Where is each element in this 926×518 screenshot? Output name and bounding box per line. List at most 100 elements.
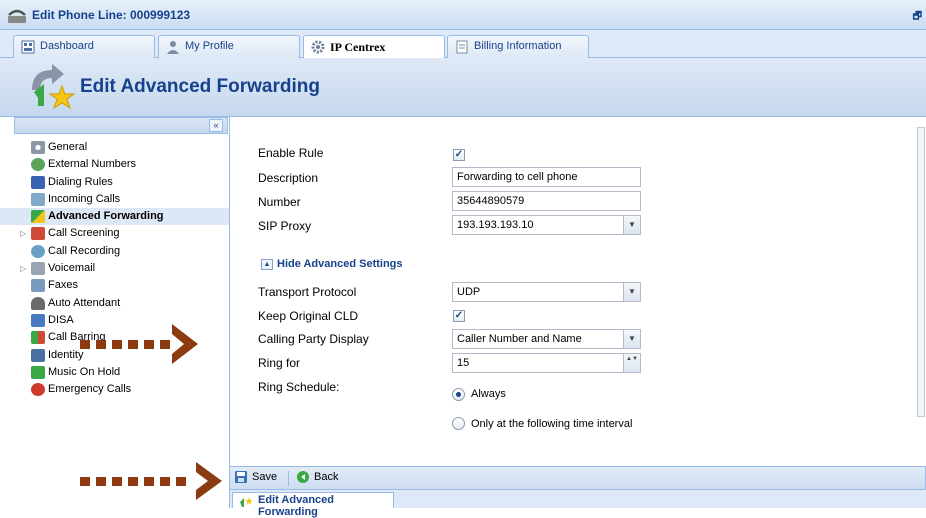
tab-ip-centrex[interactable]: IP Centrex bbox=[303, 35, 445, 59]
tab-label: Dashboard bbox=[40, 40, 94, 52]
incoming-call-icon bbox=[31, 192, 45, 206]
form-scrollbar[interactable] bbox=[917, 127, 925, 417]
tab-billing-information[interactable]: Billing Information bbox=[447, 35, 589, 58]
sidebar-item-call-screening[interactable]: ▷ Call Screening bbox=[0, 225, 229, 242]
ring-for-value: 15 bbox=[457, 357, 470, 369]
screening-icon bbox=[31, 227, 45, 241]
main-tabbar: Dashboard My Profile IP Centrex Billing … bbox=[0, 30, 926, 59]
ring-schedule-always-radio[interactable] bbox=[452, 388, 465, 401]
calling-party-display-select[interactable]: Caller Number and Name ▼ bbox=[452, 329, 641, 349]
expand-icon[interactable]: ▷ bbox=[20, 225, 26, 242]
sidebar-item-general[interactable]: General bbox=[0, 139, 229, 156]
ring-for-label: Ring for bbox=[258, 356, 301, 370]
calling-party-display-value: Caller Number and Name bbox=[457, 333, 582, 345]
dashboard-icon bbox=[21, 40, 35, 54]
page-title: Edit Advanced Forwarding bbox=[80, 76, 320, 97]
keep-original-cld-label: Keep Original CLD bbox=[258, 309, 359, 323]
bottom-tabbar: Edit Advanced Forwarding bbox=[229, 490, 926, 518]
document-icon bbox=[456, 40, 468, 54]
save-button[interactable]: Save bbox=[234, 471, 277, 483]
ring-schedule-always-label: Always bbox=[471, 388, 506, 400]
keypad-icon bbox=[31, 175, 45, 189]
transport-protocol-label: Transport Protocol bbox=[258, 285, 357, 299]
tab-label: Billing Information bbox=[474, 40, 562, 52]
sidebar: « General External Numbers Dialing Rules… bbox=[0, 117, 229, 508]
forwarding-icon bbox=[31, 210, 45, 224]
sidebar-item-external-numbers[interactable]: External Numbers bbox=[0, 156, 229, 173]
ring-for-stepper[interactable]: 15 ▲▼ bbox=[452, 353, 641, 373]
fax-icon bbox=[31, 279, 45, 293]
hide-advanced-settings-label: Hide Advanced Settings bbox=[277, 258, 403, 270]
window-title: Edit Phone Line: 000999123 bbox=[32, 8, 191, 22]
expand-icon[interactable]: ▷ bbox=[20, 260, 26, 277]
tab-label: My Profile bbox=[185, 40, 234, 52]
sidebar-item-faxes[interactable]: Faxes bbox=[0, 277, 229, 294]
disa-icon bbox=[31, 313, 45, 327]
spinner-icon[interactable]: ▲▼ bbox=[623, 354, 640, 372]
form-panel: Enable Rule ✓ Description Number SIP Pro… bbox=[229, 117, 926, 466]
number-label: Number bbox=[258, 195, 301, 209]
ring-schedule-interval-label: Only at the following time interval bbox=[471, 418, 633, 430]
tab-edit-advanced-forwarding[interactable]: Edit Advanced Forwarding bbox=[232, 492, 394, 518]
floppy-disk-icon bbox=[235, 471, 247, 483]
emergency-icon bbox=[31, 383, 45, 397]
ring-schedule-label: Ring Schedule: bbox=[258, 380, 340, 394]
gear-icon bbox=[311, 40, 325, 54]
barring-icon bbox=[31, 331, 45, 345]
enable-rule-label: Enable Rule bbox=[258, 146, 324, 160]
sidebar-item-incoming-calls[interactable]: Incoming Calls bbox=[0, 191, 229, 208]
hide-advanced-settings-link[interactable]: ▲ Hide Advanced Settings bbox=[261, 258, 403, 270]
recording-icon bbox=[31, 244, 45, 258]
attendant-icon bbox=[31, 296, 45, 310]
back-button[interactable]: Back bbox=[296, 471, 338, 483]
bottom-tab-label: Edit Advanced Forwarding bbox=[258, 494, 334, 518]
back-label: Back bbox=[314, 471, 339, 483]
sidebar-item-emergency-calls[interactable]: Emergency Calls bbox=[0, 381, 229, 398]
ring-schedule-interval-radio[interactable] bbox=[452, 417, 465, 430]
sidebar-item-music-on-hold[interactable]: Music On Hold bbox=[0, 364, 229, 381]
sidebar-item-call-recording[interactable]: Call Recording bbox=[0, 243, 229, 260]
sidebar-header: « bbox=[14, 117, 228, 134]
enable-rule-checkbox[interactable]: ✓ bbox=[453, 149, 465, 161]
sip-proxy-label: SIP Proxy bbox=[258, 219, 312, 233]
forwarding-star-icon bbox=[32, 64, 76, 110]
gear-icon bbox=[31, 141, 45, 154]
keep-original-cld-checkbox[interactable]: ✓ bbox=[453, 310, 465, 322]
voicemail-icon bbox=[31, 262, 45, 276]
window-titlebar: Edit Phone Line: 000999123 🗗 bbox=[0, 0, 926, 30]
tab-label: IP Centrex bbox=[330, 40, 386, 54]
restore-window-button[interactable]: 🗗 bbox=[913, 9, 922, 26]
collapse-up-icon: ▲ bbox=[261, 259, 273, 270]
sidebar-item-advanced-forwarding[interactable]: Advanced Forwarding bbox=[0, 208, 229, 226]
chevron-down-icon[interactable]: ▼ bbox=[623, 283, 640, 301]
transport-protocol-value: UDP bbox=[457, 286, 481, 298]
chevron-down-icon[interactable]: ▼ bbox=[623, 216, 640, 234]
save-label: Save bbox=[252, 471, 278, 483]
music-icon bbox=[31, 365, 45, 379]
annotation-arrow-icon bbox=[80, 462, 222, 500]
description-label: Description bbox=[258, 171, 319, 185]
tab-dashboard[interactable]: Dashboard bbox=[13, 35, 155, 58]
bottom-toolbar: Save Back bbox=[229, 466, 926, 490]
sip-proxy-value: 193.193.193.10 bbox=[457, 219, 534, 231]
forwarding-icon bbox=[240, 497, 253, 507]
sidebar-item-dialing-rules[interactable]: Dialing Rules bbox=[0, 174, 229, 191]
tab-my-profile[interactable]: My Profile bbox=[158, 35, 300, 58]
page-header: Edit Advanced Forwarding bbox=[0, 58, 926, 117]
description-input[interactable] bbox=[452, 167, 641, 187]
collapse-sidebar-button[interactable]: « bbox=[209, 119, 223, 132]
user-icon bbox=[167, 41, 179, 54]
chevron-down-icon[interactable]: ▼ bbox=[623, 330, 640, 348]
identity-icon bbox=[31, 348, 45, 362]
annotation-arrow-icon bbox=[80, 324, 198, 364]
sidebar-item-voicemail[interactable]: ▷ Voicemail bbox=[0, 260, 229, 277]
number-input[interactable] bbox=[452, 191, 641, 211]
sidebar-item-auto-attendant[interactable]: Auto Attendant bbox=[0, 295, 229, 312]
calling-party-display-label: Calling Party Display bbox=[258, 332, 369, 346]
phone-icon bbox=[8, 9, 26, 23]
sip-proxy-select[interactable]: 193.193.193.10 ▼ bbox=[452, 215, 641, 235]
transport-protocol-select[interactable]: UDP ▼ bbox=[452, 282, 641, 302]
toolbar-separator bbox=[288, 471, 289, 486]
globe-icon bbox=[31, 158, 45, 172]
back-arrow-icon bbox=[297, 471, 309, 483]
